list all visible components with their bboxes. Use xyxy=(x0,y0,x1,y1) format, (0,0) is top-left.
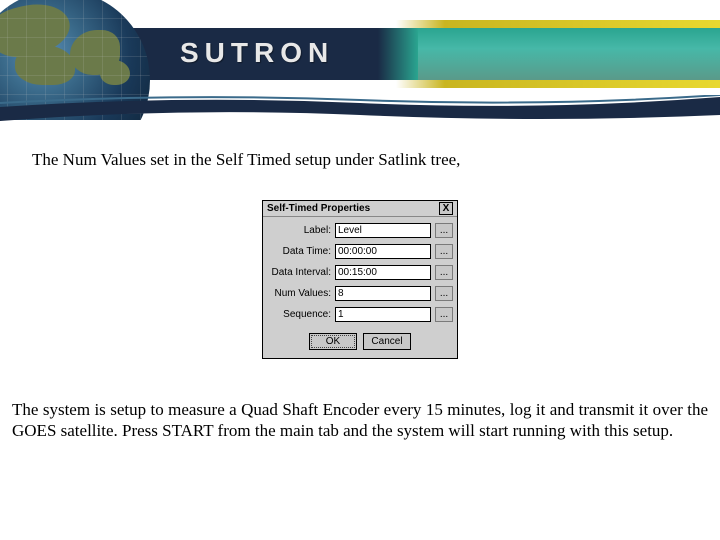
self-timed-properties-dialog: Self-Timed Properties X Label: Level ...… xyxy=(262,200,458,359)
dialog-title-text: Self-Timed Properties xyxy=(267,203,370,214)
brand-logo: SUTRON xyxy=(180,37,334,69)
row-num-values: Num Values: 8 ... xyxy=(267,285,453,302)
sequence-input[interactable]: 1 xyxy=(335,307,431,322)
row-data-time: Data Time: 00:00:00 ... xyxy=(267,243,453,260)
data-interval-label: Data Interval: xyxy=(267,267,335,278)
label-label: Label: xyxy=(267,225,335,236)
num-values-input[interactable]: 8 xyxy=(335,286,431,301)
close-icon: X xyxy=(443,204,450,214)
intro-text: The Num Values set in the Self Timed set… xyxy=(32,150,708,170)
num-values-browse-button[interactable]: ... xyxy=(435,286,453,301)
label-input[interactable]: Level xyxy=(335,223,431,238)
content-area: The Num Values set in the Self Timed set… xyxy=(12,150,708,442)
sequence-browse-button[interactable]: ... xyxy=(435,307,453,322)
ok-button[interactable]: OK xyxy=(309,333,357,350)
cancel-button[interactable]: Cancel xyxy=(363,333,411,350)
data-time-label: Data Time: xyxy=(267,246,335,257)
dialog-body: Label: Level ... Data Time: 00:00:00 ...… xyxy=(263,217,457,358)
row-data-interval: Data Interval: 00:15:00 ... xyxy=(267,264,453,281)
header-swoosh xyxy=(0,95,720,125)
row-sequence: Sequence: 1 ... xyxy=(267,306,453,323)
row-label: Label: Level ... xyxy=(267,222,453,239)
data-interval-browse-button[interactable]: ... xyxy=(435,265,453,280)
dialog-button-row: OK Cancel xyxy=(267,327,453,354)
label-browse-button[interactable]: ... xyxy=(435,223,453,238)
num-values-label: Num Values: xyxy=(267,288,335,299)
data-interval-input[interactable]: 00:15:00 xyxy=(335,265,431,280)
data-time-browse-button[interactable]: ... xyxy=(435,244,453,259)
data-time-input[interactable]: 00:00:00 xyxy=(335,244,431,259)
close-button[interactable]: X xyxy=(439,202,453,215)
page-header: SUTRON xyxy=(0,0,720,120)
description-paragraph: The system is setup to measure a Quad Sh… xyxy=(12,399,708,442)
sequence-label: Sequence: xyxy=(267,309,335,320)
dialog-titlebar: Self-Timed Properties X xyxy=(263,201,457,217)
